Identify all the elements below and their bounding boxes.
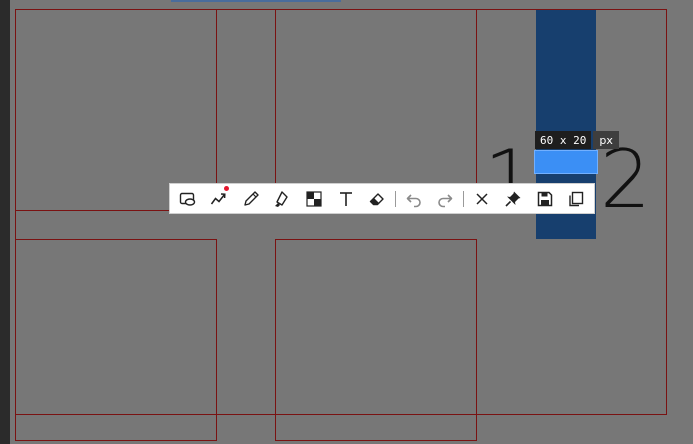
- text-icon: [339, 191, 352, 206]
- undo-button[interactable]: [400, 185, 428, 213]
- close-button[interactable]: [468, 185, 496, 213]
- selection-size-label: 60 x 20 px: [535, 131, 619, 149]
- rectangle-ellipse-icon: [179, 192, 195, 206]
- pin-icon: [505, 191, 521, 207]
- top-strip: [171, 0, 341, 2]
- copy-button[interactable]: [563, 185, 591, 213]
- highlighter-icon: [275, 190, 289, 207]
- mosaic-tool[interactable]: [300, 185, 328, 213]
- close-icon: [476, 192, 488, 205]
- undo-icon: [406, 193, 421, 207]
- frame-top-left: [15, 9, 217, 211]
- screenshot-toolbar: [169, 183, 595, 214]
- polyline-icon: [211, 192, 226, 204]
- eraser-tool[interactable]: [363, 185, 391, 213]
- label-two: 2: [600, 133, 651, 226]
- redo-icon: [438, 193, 453, 207]
- active-indicator-dot: [224, 185, 230, 191]
- selection-size-value: 60 x 20: [535, 131, 592, 149]
- toolbar-divider: [462, 190, 464, 207]
- pencil-icon: [244, 190, 259, 206]
- marker-tool[interactable]: [269, 185, 297, 213]
- save-button[interactable]: [531, 185, 559, 213]
- pencil-tool[interactable]: [237, 185, 265, 213]
- toolbar-divider: [394, 190, 396, 207]
- mosaic-icon: [306, 190, 322, 207]
- save-icon: [537, 191, 552, 206]
- pin-button[interactable]: [499, 185, 527, 213]
- eraser-icon: [369, 192, 384, 205]
- frame-bottom-left: [15, 239, 217, 441]
- copy-icon: [569, 191, 584, 206]
- redo-button[interactable]: [431, 185, 459, 213]
- frame-bottom-middle: [275, 239, 477, 441]
- selection-size-unit: px: [593, 131, 619, 149]
- frame-top-middle: [275, 9, 477, 211]
- rectangle-tool[interactable]: [174, 185, 202, 213]
- selection-region[interactable]: [534, 150, 598, 174]
- text-tool[interactable]: [332, 185, 360, 213]
- polyline-tool[interactable]: [206, 185, 234, 213]
